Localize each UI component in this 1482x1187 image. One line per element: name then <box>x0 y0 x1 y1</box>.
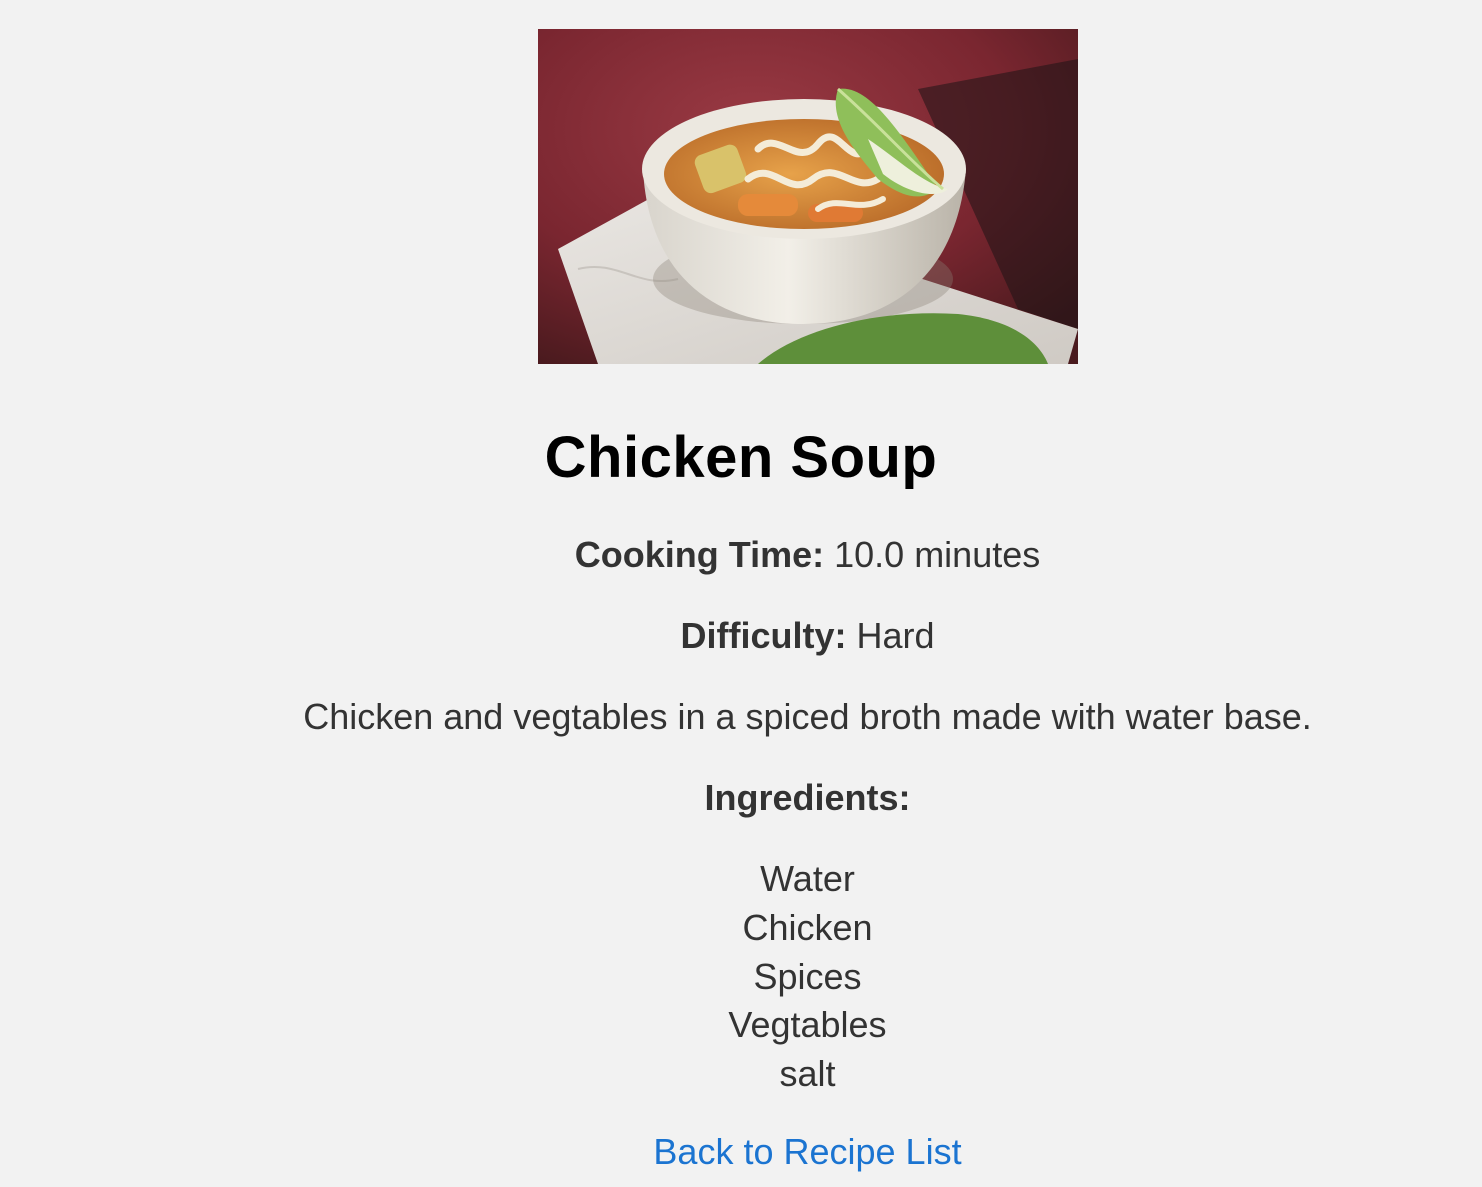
recipe-description: Chicken and vegtables in a spiced broth … <box>303 696 1312 737</box>
back-to-recipe-list-link[interactable]: Back to Recipe List <box>653 1131 961 1172</box>
ingredients-heading: Ingredients: <box>704 777 911 818</box>
difficulty: Difficulty: Hard <box>130 614 1482 658</box>
cooking-time-label: Cooking Time: <box>574 534 825 575</box>
cooking-time: Cooking Time: 10.0 minutes <box>130 533 1482 577</box>
recipe-detail-page: Chicken Soup Cooking Time: 10.0 minutes … <box>0 0 1482 1187</box>
back-link-container: Back to Recipe List <box>130 1130 1482 1174</box>
soup-bowl-illustration <box>538 29 1078 364</box>
recipe-title: Chicken Soup <box>544 425 938 490</box>
ingredient-item: Chicken <box>742 906 873 948</box>
difficulty-value: Hard <box>856 615 935 656</box>
ingredient-item: Vegtables <box>728 1004 887 1046</box>
difficulty-label: Difficulty: <box>680 615 847 656</box>
ingredient-item: Water <box>760 858 855 899</box>
recipe-photo <box>538 29 1078 364</box>
ingredient-item: Spices <box>753 955 862 997</box>
cooking-time-value: 10.0 minutes <box>834 534 1041 575</box>
ingredient-item: salt <box>779 1053 836 1094</box>
ingredients-list: Water Chicken Spices Vegtables salt <box>130 855 1482 1099</box>
